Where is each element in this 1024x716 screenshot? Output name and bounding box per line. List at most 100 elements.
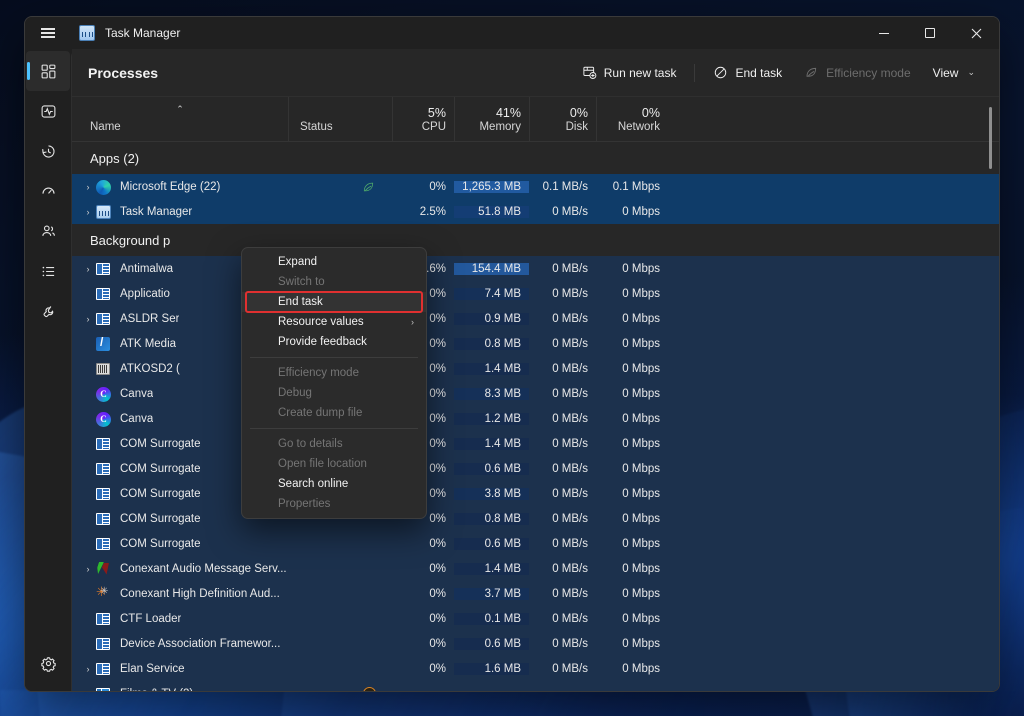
table-row[interactable]: ›COM Surrogate0%0.6 MB0 MB/s0 Mbps (72, 531, 999, 556)
column-header-disk-value: 0% (530, 106, 588, 120)
close-icon (971, 28, 982, 39)
process-network-cell: 0 Mbps (596, 613, 668, 625)
process-table: ⌃ Name Status 5% CPU 41% Memory (72, 97, 999, 691)
table-row[interactable]: ›ATKOSD2 (0%1.4 MB0 MB/s0 Mbps (72, 356, 999, 381)
expand-chevron-icon[interactable]: › (80, 264, 96, 274)
column-header-cpu-label: CPU (393, 120, 446, 134)
generic-process-icon (96, 636, 112, 652)
table-row[interactable]: ›Device Association Framewor...0%0.6 MB0… (72, 631, 999, 656)
expand-chevron-icon[interactable]: › (80, 689, 96, 692)
expand-chevron-icon[interactable]: › (80, 314, 96, 324)
context-menu-item-end-task[interactable]: End task (242, 292, 426, 312)
column-header-network[interactable]: 0% Network (596, 97, 668, 141)
sidebar-item-processes[interactable] (26, 51, 70, 91)
process-cpu-cell: 0% (392, 181, 454, 193)
canva-icon-glyph (96, 412, 111, 427)
process-network-cell: 0 Mbps (596, 463, 668, 475)
generic-process-icon (96, 461, 112, 477)
table-row[interactable]: ›Canva0%1.2 MB0 MB/s0 Mbps (72, 406, 999, 431)
table-row[interactable]: › Films & TV (2) (72, 681, 999, 691)
end-task-button[interactable]: End task (703, 58, 792, 88)
table-row[interactable]: ›COM Surrogate0%0.8 MB0 MB/s0 Mbps (72, 506, 999, 531)
maximize-button[interactable] (907, 17, 953, 49)
run-new-task-button[interactable]: Run new task (572, 58, 687, 88)
process-network-cell: 0 Mbps (596, 438, 668, 450)
table-row[interactable]: ›Conexant High Definition Aud...0%3.7 MB… (72, 581, 999, 606)
column-header-disk[interactable]: 0% Disk (529, 97, 596, 141)
process-name-label: COM Surrogate (120, 488, 201, 500)
expand-chevron-icon[interactable]: › (80, 207, 96, 217)
table-row[interactable]: ›COM Surrogate0%3.8 MB0 MB/s0 Mbps (72, 481, 999, 506)
table-row[interactable]: ›ASLDR Ser0%0.9 MB0 MB/s0 Mbps (72, 306, 999, 331)
table-row[interactable]: ›ATK Media0%0.8 MB0 MB/s0 Mbps (72, 331, 999, 356)
context-menu-item-label: Search online (278, 478, 348, 490)
hamburger-menu-icon[interactable] (25, 17, 71, 49)
view-button[interactable]: View ⌄ (923, 58, 985, 88)
context-menu-item-label: Open file location (278, 458, 367, 470)
process-name-cell: ›Microsoft Edge (22) (72, 179, 288, 195)
gear-icon (40, 655, 57, 672)
process-disk-cell: 0 MB/s (529, 313, 596, 325)
table-row[interactable]: ›COM Surrogate0%0.6 MB0 MB/s0 Mbps (72, 456, 999, 481)
process-name-label: COM Surrogate (120, 538, 201, 550)
process-disk-cell: 0 MB/s (529, 538, 596, 550)
context-menu: ExpandSwitch toEnd taskResource values›P… (241, 247, 427, 519)
sidebar-item-settings[interactable] (26, 643, 70, 683)
process-name-label: Conexant Audio Message Serv... (120, 563, 287, 575)
generic-process-icon (96, 261, 112, 277)
column-header-memory-value: 41% (455, 106, 521, 120)
context-menu-item-provide-feedback[interactable]: Provide feedback (242, 332, 426, 352)
sort-ascending-icon: ⌃ (176, 105, 184, 114)
context-menu-item-create-dump-file: Create dump file (242, 403, 426, 423)
close-button[interactable] (953, 17, 999, 49)
vertical-scrollbar[interactable] (986, 101, 996, 687)
process-network-cell: 0 Mbps (596, 538, 668, 550)
sidebar-item-details[interactable] (26, 251, 70, 291)
column-header-cpu[interactable]: 5% CPU (392, 97, 454, 141)
main-panel: Processes Run new task (71, 49, 999, 691)
minimize-button[interactable] (861, 17, 907, 49)
process-memory-cell: 0.9 MB (454, 313, 529, 325)
generic-process-icon-glyph (96, 438, 110, 450)
process-network-cell: 0 Mbps (596, 663, 668, 675)
process-name-label: Antimalwa (120, 263, 173, 275)
generic-process-icon-glyph (96, 638, 110, 650)
column-header-memory[interactable]: 41% Memory (454, 97, 529, 141)
run-new-task-icon (582, 65, 597, 80)
table-row[interactable]: ›Microsoft Edge (22)0%1,265.3 MB0.1 MB/s… (72, 174, 999, 199)
column-header-status[interactable]: Status (288, 97, 392, 141)
process-disk-cell: 0 MB/s (529, 638, 596, 650)
efficiency-mode-button[interactable]: Efficiency mode (794, 58, 921, 88)
process-status-cell (288, 687, 392, 691)
expand-chevron-icon[interactable]: › (80, 664, 96, 674)
table-row[interactable]: ›Conexant Audio Message Serv...0%1.4 MB0… (72, 556, 999, 581)
sidebar-item-services[interactable] (26, 291, 70, 331)
table-row[interactable]: ›Task Manager2.5%51.8 MB0 MB/s0 Mbps (72, 199, 999, 224)
table-row[interactable]: ›Antimalwa0.6%154.4 MB0 MB/s0 Mbps (72, 256, 999, 281)
expand-chevron-icon[interactable]: › (80, 564, 96, 574)
process-name-label: Films & TV (2) (120, 688, 193, 692)
sidebar-item-users[interactable] (26, 211, 70, 251)
process-name-cell: ›Conexant High Definition Aud... (72, 586, 288, 602)
context-menu-item-expand[interactable]: Expand (242, 252, 426, 272)
scrollbar-thumb[interactable] (989, 107, 992, 169)
table-row[interactable]: ›Canva0%8.3 MB0 MB/s0 Mbps (72, 381, 999, 406)
sidebar-item-app-history[interactable] (26, 131, 70, 171)
table-row[interactable]: ›Applicatio0%7.4 MB0 MB/s0 Mbps (72, 281, 999, 306)
expand-chevron-icon[interactable]: › (80, 182, 96, 192)
sidebar-item-startup-apps[interactable] (26, 171, 70, 211)
process-cpu-cell: 0% (392, 613, 454, 625)
process-cpu-cell: 0% (392, 663, 454, 675)
context-menu-item-search-online[interactable]: Search online (242, 474, 426, 494)
table-row[interactable]: ›Elan Service0%1.6 MB0 MB/s0 Mbps (72, 656, 999, 681)
history-clock-icon (40, 143, 57, 160)
column-header-name[interactable]: ⌃ Name (72, 97, 288, 141)
table-row[interactable]: ›COM Surrogate0%1.4 MB0 MB/s0 Mbps (72, 431, 999, 456)
table-body: Apps (2)›Microsoft Edge (22)0%1,265.3 MB… (72, 142, 999, 691)
table-row[interactable]: ›CTF Loader0%0.1 MB0 MB/s0 Mbps (72, 606, 999, 631)
generic-process-icon (96, 536, 112, 552)
process-network-cell: 0 Mbps (596, 313, 668, 325)
context-menu-item-resource-values[interactable]: Resource values› (242, 312, 426, 332)
sidebar-item-performance[interactable] (26, 91, 70, 131)
atkosd2-icon-glyph (96, 363, 110, 375)
